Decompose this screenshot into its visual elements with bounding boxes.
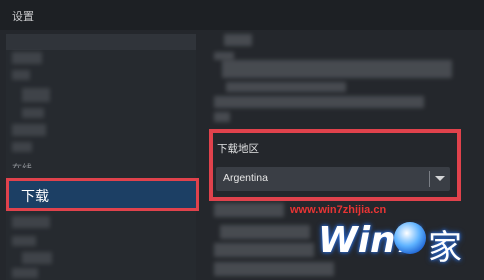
sidebar-item-blurred[interactable] (12, 268, 38, 278)
content-text-blurred (214, 203, 284, 217)
highlight-annotation-box (209, 129, 461, 201)
title-bar: 设置 (0, 0, 484, 30)
watermark-logo-char: 家 (428, 228, 462, 268)
window-title: 设置 (12, 10, 34, 23)
sidebar-item-blurred[interactable] (22, 252, 52, 264)
sidebar-item-blurred[interactable] (12, 70, 30, 80)
content-text-blurred (214, 96, 424, 108)
sidebar-item-blurred[interactable] (12, 52, 42, 64)
sidebar-item-blurred[interactable] (22, 108, 44, 118)
content-text-blurred (214, 243, 314, 257)
watermark-logo: Win7 家 (318, 214, 484, 274)
sidebar-header-blurred (6, 34, 196, 50)
content-text-blurred (222, 60, 452, 78)
sidebar-item-blurred[interactable] (12, 142, 32, 152)
content-text-blurred (220, 225, 310, 239)
sidebar-item-truncated-label: 在线 (12, 160, 32, 168)
sidebar-item-blurred[interactable] (12, 216, 50, 228)
content-text-blurred (214, 52, 234, 60)
windows-orb-icon (394, 222, 426, 254)
content-text-blurred (224, 34, 252, 46)
sidebar-item-blurred[interactable] (22, 88, 50, 102)
sidebar-item-blurred[interactable] (12, 124, 46, 136)
highlight-annotation-box (6, 178, 199, 211)
content-text-blurred (226, 82, 346, 92)
sidebar-item-blurred[interactable] (12, 236, 36, 246)
content-text-blurred (214, 262, 334, 276)
content-text-blurred (214, 112, 230, 122)
